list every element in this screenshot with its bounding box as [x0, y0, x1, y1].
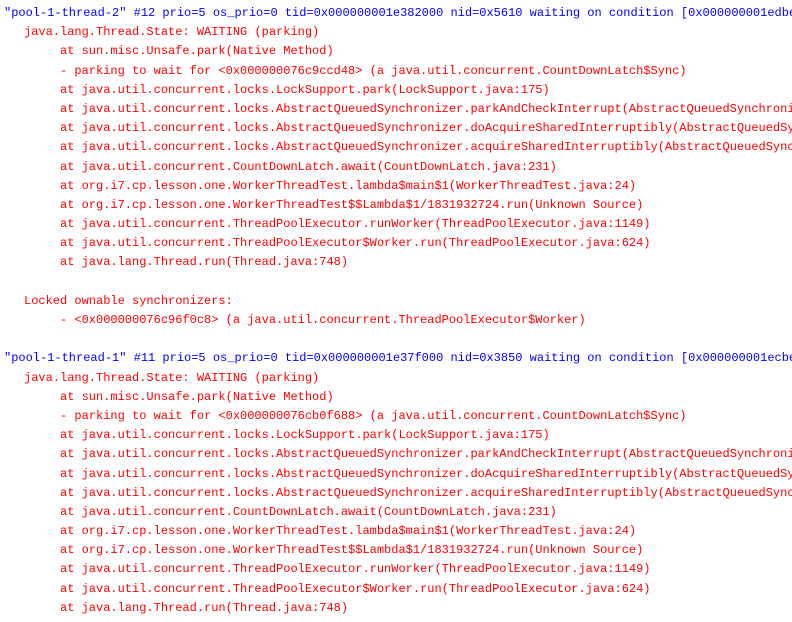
stack-frame: at sun.misc.Unsafe.park(Native Method)	[4, 42, 788, 61]
stack-frame: at java.util.concurrent.locks.AbstractQu…	[4, 445, 788, 464]
stack-frame: at org.i7.cp.lesson.one.WorkerThreadTest…	[4, 177, 788, 196]
stack-frame: at java.util.concurrent.ThreadPoolExecut…	[4, 215, 788, 234]
stack-frame: at java.util.concurrent.locks.AbstractQu…	[4, 119, 788, 138]
stack-frame: at java.lang.Thread.run(Thread.java:748)	[4, 253, 788, 272]
stack-frame: at java.util.concurrent.CountDownLatch.a…	[4, 158, 788, 177]
stack-frame: at java.util.concurrent.locks.AbstractQu…	[4, 138, 788, 157]
thread-header: "pool-1-thread-2" #12 prio=5 os_prio=0 t…	[4, 4, 788, 23]
stack-frame: at org.i7.cp.lesson.one.WorkerThreadTest…	[4, 541, 788, 560]
locked-sync-entry: - <0x000000076c96f0c8> (a java.util.conc…	[4, 311, 788, 330]
locked-sync-header: Locked ownable synchronizers:	[4, 292, 788, 311]
stack-frame: at java.util.concurrent.locks.AbstractQu…	[4, 465, 788, 484]
stack-frame: at java.util.concurrent.locks.LockSuppor…	[4, 426, 788, 445]
stack-frame: at java.util.concurrent.ThreadPoolExecut…	[4, 580, 788, 599]
stack-frame: at java.util.concurrent.locks.LockSuppor…	[4, 81, 788, 100]
stack-frame: at java.util.concurrent.locks.AbstractQu…	[4, 100, 788, 119]
stack-frame: at java.util.concurrent.locks.AbstractQu…	[4, 484, 788, 503]
thread-state: java.lang.Thread.State: WAITING (parking…	[4, 23, 788, 42]
stack-frame: at java.util.concurrent.CountDownLatch.a…	[4, 503, 788, 522]
stack-frame: at sun.misc.Unsafe.park(Native Method)	[4, 388, 788, 407]
thread-state: java.lang.Thread.State: WAITING (parking…	[4, 369, 788, 388]
stack-frame: at org.i7.cp.lesson.one.WorkerThreadTest…	[4, 196, 788, 215]
stack-frame: at java.lang.Thread.run(Thread.java:748)	[4, 599, 788, 618]
stack-frame: - parking to wait for <0x000000076c9ccd4…	[4, 62, 788, 81]
stack-frame: at org.i7.cp.lesson.one.WorkerThreadTest…	[4, 522, 788, 541]
stack-frame: at java.util.concurrent.ThreadPoolExecut…	[4, 234, 788, 253]
thread-header: "pool-1-thread-1" #11 prio=5 os_prio=0 t…	[4, 349, 788, 368]
stack-frame: at java.util.concurrent.ThreadPoolExecut…	[4, 560, 788, 579]
stack-frame: - parking to wait for <0x000000076cb0f68…	[4, 407, 788, 426]
